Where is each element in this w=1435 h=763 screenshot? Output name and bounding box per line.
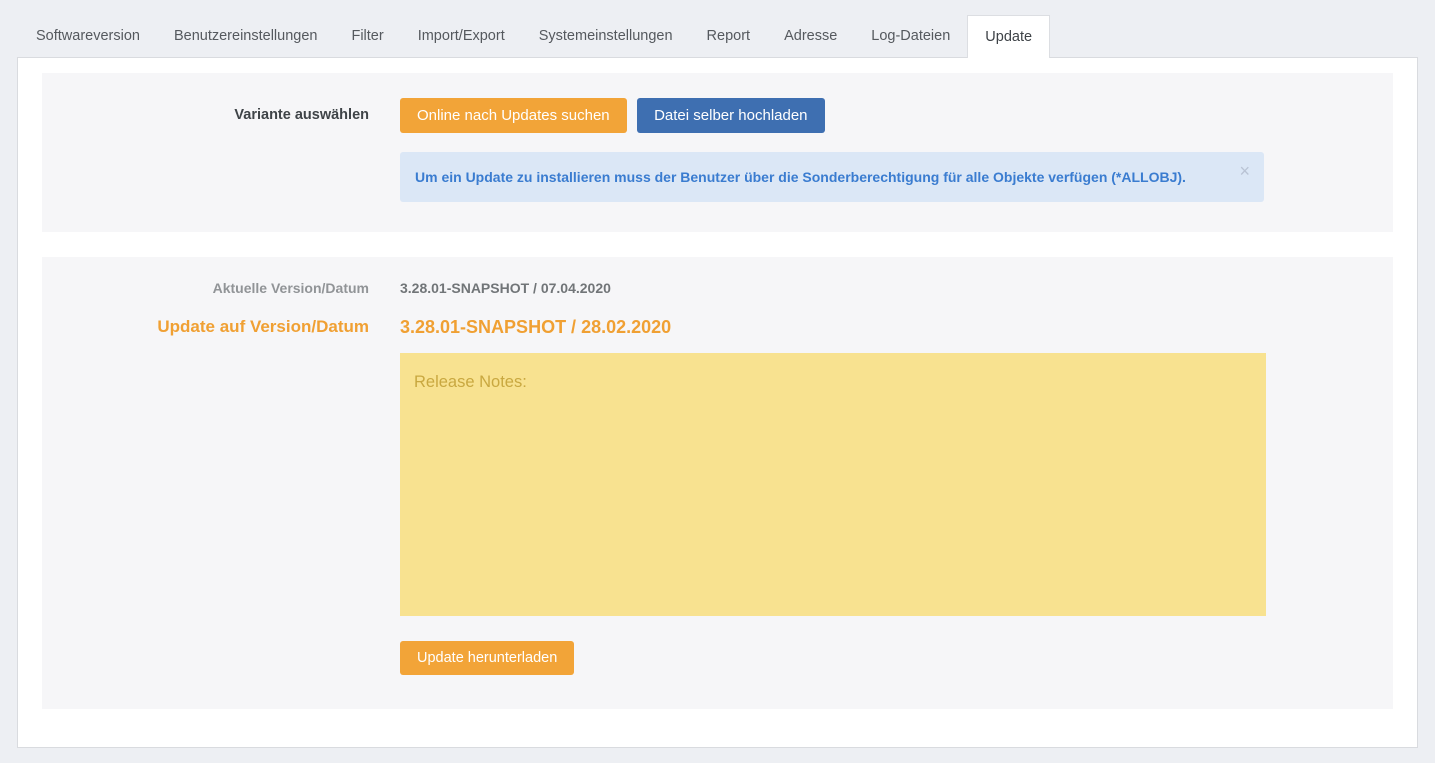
tab-adresse[interactable]: Adresse xyxy=(767,15,854,57)
online-update-search-button[interactable]: Online nach Updates suchen xyxy=(400,98,627,133)
download-update-button[interactable]: Update herunterladen xyxy=(400,641,574,675)
release-notes-box: Release Notes: xyxy=(400,353,1266,616)
variant-selection-section: Variante auswählen Online nach Updates s… xyxy=(42,73,1393,232)
tab-systemeinstellungen[interactable]: Systemeinstellungen xyxy=(522,15,690,57)
variant-label: Variante auswählen xyxy=(42,98,369,133)
update-version-row: Update auf Version/Datum 3.28.01-SNAPSHO… xyxy=(42,314,1393,340)
download-row: Update herunterladen xyxy=(42,641,1393,675)
permission-alert-text: Um ein Update zu installieren muss der B… xyxy=(415,169,1186,185)
variant-buttons: Online nach Updates suchen Datei selber … xyxy=(400,98,1264,202)
release-notes-row: Release Notes: xyxy=(42,340,1393,616)
tab-report[interactable]: Report xyxy=(690,15,768,57)
tab-import-export[interactable]: Import/Export xyxy=(401,15,522,57)
tab-bar: Softwareversion Benutzereinstellungen Fi… xyxy=(0,0,1435,57)
tab-softwareversion[interactable]: Softwareversion xyxy=(19,15,157,57)
tab-update[interactable]: Update xyxy=(967,15,1050,58)
current-version-value: 3.28.01-SNAPSHOT / 07.04.2020 xyxy=(400,277,611,299)
upload-file-button[interactable]: Datei selber hochladen xyxy=(637,98,824,133)
section-divider xyxy=(42,232,1393,257)
current-version-row: Aktuelle Version/Datum 3.28.01-SNAPSHOT … xyxy=(42,277,1393,299)
version-update-section: Aktuelle Version/Datum 3.28.01-SNAPSHOT … xyxy=(42,257,1393,709)
tab-log-dateien[interactable]: Log-Dateien xyxy=(854,15,967,57)
tab-benutzereinstellungen[interactable]: Benutzereinstellungen xyxy=(157,15,335,57)
close-icon[interactable]: × xyxy=(1239,162,1250,180)
current-version-label: Aktuelle Version/Datum xyxy=(42,277,369,299)
tab-filter[interactable]: Filter xyxy=(334,15,400,57)
update-version-label: Update auf Version/Datum xyxy=(42,314,369,340)
update-version-value: 3.28.01-SNAPSHOT / 28.02.2020 xyxy=(400,314,671,340)
variant-row: Variante auswählen Online nach Updates s… xyxy=(42,98,1393,202)
permission-alert: Um ein Update zu installieren muss der B… xyxy=(400,152,1264,202)
update-tab-panel: Variante auswählen Online nach Updates s… xyxy=(17,57,1418,748)
